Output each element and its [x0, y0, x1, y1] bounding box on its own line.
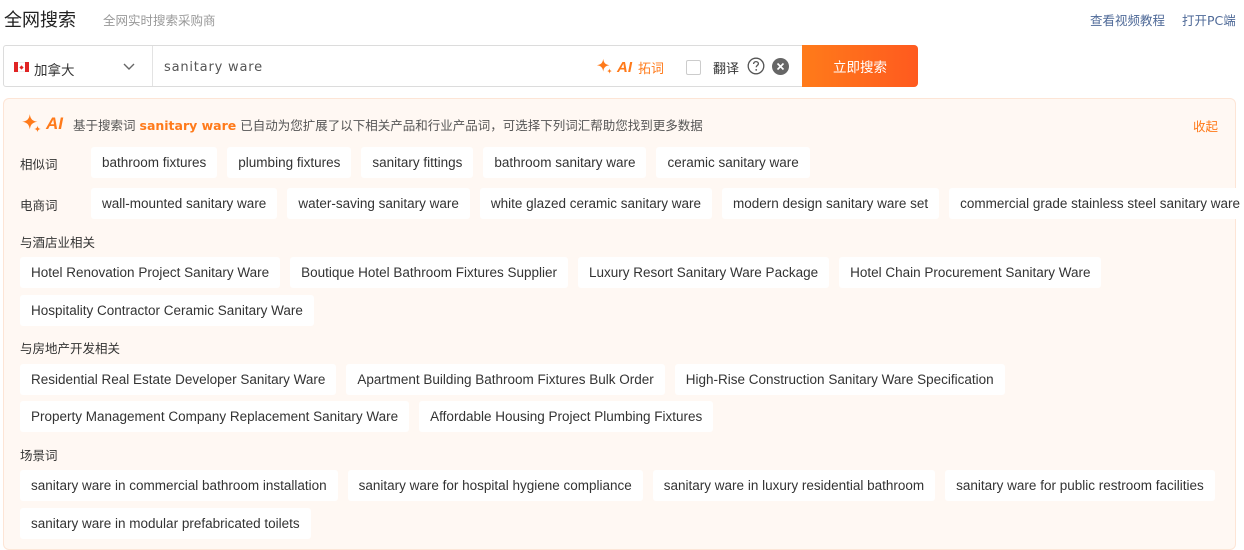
keyword-tag[interactable]: plumbing fixtures — [227, 147, 352, 178]
ecommerce-words-label: 电商词 — [20, 198, 58, 213]
keyword-tag[interactable]: Luxury Resort Sanitary Ware Package — [578, 257, 830, 288]
similar-words-label: 相似词 — [20, 157, 58, 172]
keyword-tag[interactable]: wall-mounted sanitary ware — [91, 188, 278, 219]
scenario-words-tags-row-2: sanitary ware in modular prefabricated t… — [20, 508, 311, 539]
real-estate-related-tags-row-1: Residential Real Estate Developer Sanita… — [20, 364, 1005, 395]
ai-expand-label: 拓词 — [638, 61, 665, 77]
country-select[interactable]: 加拿大 — [4, 46, 153, 86]
keyword-tag[interactable]: Hotel Chain Procurement Sanitary Ware — [839, 257, 1102, 288]
keyword-tag[interactable]: Hospitality Contractor Ceramic Sanitary … — [20, 295, 314, 326]
keyword-tag[interactable]: Hotel Renovation Project Sanitary Ware — [20, 257, 281, 288]
keyword-tag[interactable]: Affordable Housing Project Plumbing Fixt… — [419, 401, 714, 432]
search-button[interactable]: 立即搜索 — [802, 45, 918, 87]
scenario-words-tags-row-1: sanitary ware in commercial bathroom ins… — [20, 470, 1215, 501]
ai-panel-description: 基于搜索词 sanitary ware 已自动为您扩展了以下相关产品和行业产品词… — [73, 115, 703, 134]
keyword-tag[interactable]: Property Management Company Replacement … — [20, 401, 410, 432]
keyword-tag[interactable]: sanitary ware in luxury residential bath… — [652, 470, 936, 501]
chevron-down-icon — [123, 63, 135, 70]
similar-words-tags: bathroom fixtures plumbing fixtures sani… — [91, 147, 810, 178]
collapse-link[interactable]: 收起 — [1193, 116, 1218, 135]
help-icon[interactable] — [747, 57, 765, 75]
canada-flag-icon — [14, 62, 29, 72]
hotel-related-tags-row-2: Hospitality Contractor Ceramic Sanitary … — [20, 295, 314, 326]
keyword-tag[interactable]: water-saving sanitary ware — [287, 188, 470, 219]
translate-label: 翻译 — [713, 62, 740, 77]
keyword-tag[interactable]: sanitary ware in commercial bathroom ins… — [20, 470, 338, 501]
scenario-words-label: 场景词 — [20, 448, 58, 463]
keyword-tag[interactable]: sanitary fittings — [361, 147, 474, 178]
ai-desc-prefix: 基于搜索词 — [73, 117, 136, 133]
sparkle-icon — [22, 114, 41, 133]
keyword-tag[interactable]: white glazed ceramic sanitary ware — [479, 188, 712, 219]
page-subtitle: 全网实时搜索采购商 — [103, 13, 216, 28]
sparkle-icon — [596, 58, 613, 74]
keyword-tag[interactable]: ceramic sanitary ware — [656, 147, 810, 178]
ai-desc-suffix: 已自动为您扩展了以下相关产品和行业产品词，可选择下列词汇帮助您找到更多数据 — [240, 117, 703, 133]
keyword-tag[interactable]: bathroom sanitary ware — [483, 147, 647, 178]
ai-expand-button[interactable]: AI 拓词 — [596, 57, 664, 77]
search-bar: 加拿大 AI 拓词 翻译 立即搜索 — [3, 45, 918, 87]
hotel-related-label: 与酒店业相关 — [20, 235, 96, 250]
ai-badge: AI — [617, 58, 632, 76]
ai-keyword: sanitary ware — [139, 117, 237, 133]
keyword-tag[interactable]: modern design sanitary ware set — [722, 188, 940, 219]
keyword-tag[interactable]: sanitary ware in modular prefabricated t… — [20, 508, 311, 539]
keyword-tag[interactable]: Apartment Building Bathroom Fixtures Bul… — [346, 364, 665, 395]
clear-icon[interactable] — [772, 58, 789, 75]
country-label: 加拿大 — [34, 63, 75, 79]
keyword-tag[interactable]: sanitary ware for public restroom facili… — [945, 470, 1215, 501]
ai-panel-header: AI 基于搜索词 sanitary ware 已自动为您扩展了以下相关产品和行业… — [21, 113, 703, 135]
keyword-tag[interactable]: Boutique Hotel Bathroom Fixtures Supplie… — [290, 257, 568, 288]
translate-checkbox[interactable] — [686, 60, 701, 75]
ecommerce-words-tags: wall-mounted sanitary ware water-saving … — [91, 188, 1244, 219]
hotel-related-tags-row-1: Hotel Renovation Project Sanitary Ware B… — [20, 257, 1102, 288]
ai-suggestion-panel: AI 基于搜索词 sanitary ware 已自动为您扩展了以下相关产品和行业… — [3, 98, 1244, 550]
video-tutorial-link[interactable]: 查看视频教程 — [1090, 10, 1165, 29]
keyword-tag[interactable]: bathroom fixtures — [91, 147, 218, 178]
keyword-tag[interactable]: commercial grade stainless steel sanitar… — [949, 188, 1244, 219]
open-pc-link[interactable]: 打开PC端 — [1182, 10, 1236, 29]
page-title: 全网搜索 — [4, 10, 76, 31]
ai-panel-badge: AI — [46, 114, 63, 133]
keyword-tag[interactable]: High-Rise Construction Sanitary Ware Spe… — [674, 364, 1005, 395]
keyword-tag[interactable]: Residential Real Estate Developer Sanita… — [20, 364, 337, 395]
real-estate-related-label: 与房地产开发相关 — [20, 341, 121, 356]
page-header: 全网搜索 全网实时搜索采购商 查看视频教程 打开PC端 — [0, 0, 1244, 40]
search-input[interactable] — [164, 57, 584, 77]
keyword-tag[interactable]: sanitary ware for hospital hygiene compl… — [347, 470, 643, 501]
real-estate-related-tags-row-2: Property Management Company Replacement … — [20, 401, 714, 432]
